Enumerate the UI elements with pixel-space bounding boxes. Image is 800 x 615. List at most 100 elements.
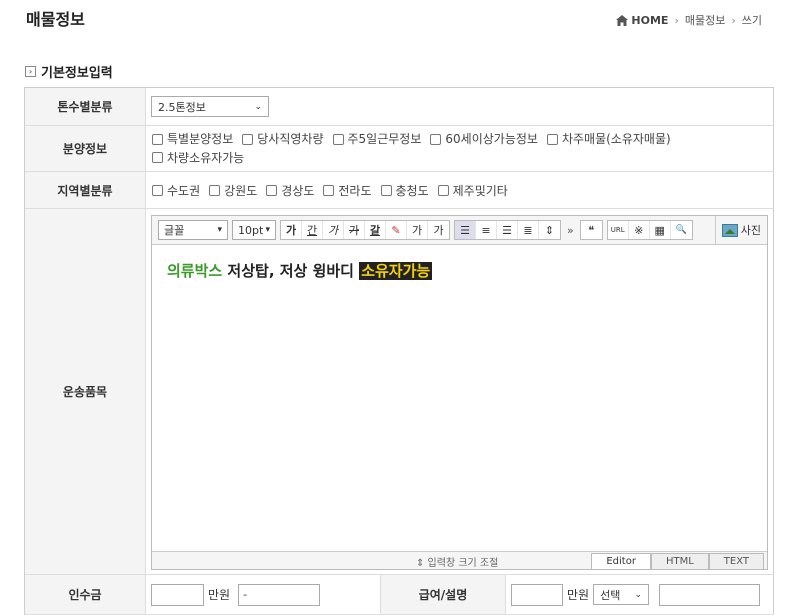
section-title-label: 기본정보입력 <box>41 66 113 81</box>
checkbox-label: 강원도 <box>224 183 258 198</box>
checkbox-label: 충청도 <box>395 183 429 198</box>
checkbox-region-3[interactable]: 전라도 <box>319 182 372 199</box>
content-text-highlighted: 소유자가능 <box>359 262 433 280</box>
align-center-icon[interactable]: ≡ <box>476 221 497 239</box>
more-button[interactable]: » <box>565 224 576 237</box>
checkbox-icon[interactable] <box>242 133 254 145</box>
checkbox-label: 수도권 <box>167 183 201 198</box>
align-left-icon[interactable]: ☰ <box>455 221 476 239</box>
breadcrumb-level1[interactable]: 매물정보 <box>685 12 725 28</box>
label-sale: 분양정보 <box>25 126 146 171</box>
font-family-value: 글꼴 <box>164 224 185 237</box>
align-group: ☰ ≡ ☰ ≣ ⇕ <box>454 220 561 240</box>
checkbox-icon[interactable] <box>266 184 278 196</box>
chevron-right-icon: › <box>731 13 736 27</box>
checkbox-region-1[interactable]: 강원도 <box>205 182 257 199</box>
bold-button[interactable]: 가 <box>281 221 302 239</box>
font-family-select[interactable]: 글꼴 ▾ <box>158 220 228 240</box>
chevron-right-icon: › <box>674 13 679 27</box>
content-text: 저상탑, 저상 윙바디 <box>222 262 360 280</box>
deposit-unit: 만원 <box>208 588 231 602</box>
subscript-button[interactable]: 가 <box>428 221 449 239</box>
salary-input[interactable] <box>511 583 563 606</box>
row-region: 지역별분류 수도권 강원도 경상도 전라도 충청도 제주및기타 <box>25 172 774 209</box>
checkbox-icon[interactable] <box>152 133 163 145</box>
chevron-down-icon: ⌄ <box>634 589 643 600</box>
checkbox-region-5[interactable]: 제주및기타 <box>434 182 508 199</box>
search-icon[interactable]: 🔍 <box>671 221 692 239</box>
breadcrumb-home[interactable]: HOME <box>616 14 668 27</box>
checkbox-label: 차주매물(소유자매물) <box>561 132 671 147</box>
insert-group-2: URL ※ ▦ 🔍 <box>606 220 693 240</box>
tab-editor[interactable]: Editor <box>591 553 651 569</box>
checkbox-icon[interactable] <box>152 184 163 196</box>
checkbox-sale-2[interactable]: 주5일근무정보 <box>329 130 422 148</box>
checkbox-label: 전라도 <box>338 183 372 198</box>
table-icon[interactable]: ▦ <box>650 221 671 239</box>
breadcrumb: HOME › 매물정보 › 쓰기 <box>616 12 762 28</box>
checkbox-label: 60세이상가능정보 <box>445 132 538 147</box>
checkbox-icon[interactable] <box>332 133 344 145</box>
font-size-select[interactable]: 10pt ▾ <box>232 220 276 240</box>
checkbox-sale-0[interactable]: 특별분양정보 <box>148 130 233 148</box>
breadcrumb-level2: 쓰기 <box>741 14 762 27</box>
editor-mode-tabs: Editor HTML TEXT <box>591 553 764 569</box>
checkbox-region-4[interactable]: 충청도 <box>377 182 429 199</box>
checkbox-icon[interactable] <box>209 184 221 196</box>
italic-button[interactable]: 가 <box>323 221 344 239</box>
basic-info-form: 톤수별분류 2.5톤정보 ⌄ 분양정보 특별분양정보 당사직영차량 주5일근무정… <box>24 87 774 615</box>
tab-html[interactable]: HTML <box>650 553 709 569</box>
text-color-button[interactable]: 갈 <box>365 221 386 239</box>
checkbox-sale-3[interactable]: 60세이상가능정보 <box>426 130 538 148</box>
checkbox-label: 경상도 <box>281 183 315 198</box>
tonnage-select-value: 2.5톤정보 <box>158 100 206 114</box>
checkbox-sale-5[interactable]: 차량소유자가능 <box>148 149 244 167</box>
align-justify-icon[interactable]: ≣ <box>518 221 539 239</box>
highlight-color-icon[interactable]: ✎ <box>386 221 407 239</box>
checkbox-icon[interactable] <box>323 184 335 196</box>
label-tonnage: 톤수별분류 <box>25 88 146 125</box>
insert-group-1: ❝ <box>579 220 603 240</box>
section-box-icon: › <box>25 66 36 77</box>
deposit-input[interactable] <box>151 583 204 606</box>
tab-text[interactable]: TEXT <box>708 553 764 569</box>
special-char-icon[interactable]: ※ <box>629 221 650 239</box>
checkbox-sale-4[interactable]: 차주매물(소유자매물) <box>543 130 671 148</box>
checkbox-region-0[interactable]: 수도권 <box>148 182 200 199</box>
line-height-icon[interactable]: ⇕ <box>539 221 560 239</box>
resize-handle[interactable]: ⇕ 입력창 크기 조절 <box>416 554 498 569</box>
checkbox-label: 제주및기타 <box>452 183 508 198</box>
quote-icon[interactable]: ❝ <box>581 221 602 239</box>
tonnage-select[interactable]: 2.5톤정보 ⌄ <box>151 96 269 117</box>
checkbox-icon[interactable] <box>430 133 442 145</box>
strikethrough-button[interactable]: 가 <box>344 221 365 239</box>
url-button[interactable]: URL <box>608 221 629 239</box>
deposit-extra-input[interactable]: - <box>238 583 321 606</box>
salary-select[interactable]: 선택 ⌄ <box>593 584 650 605</box>
editor-content[interactable]: 의류박스 저상탑, 저상 윙바디 소유자가능 <box>152 245 767 551</box>
superscript-button[interactable]: 가 <box>407 221 428 239</box>
checkbox-label: 당사직영차량 <box>257 132 324 147</box>
checkbox-icon[interactable] <box>437 184 449 196</box>
editor-toolbar: 글꼴 ▾ 10pt ▾ 가 간 가 가 갈 ✎ 가 가 ☰ ≡ ☰ ≣ ⇕ » … <box>152 216 767 245</box>
label-deposit: 인수금 <box>25 575 146 614</box>
row-price: 인수금 만원 - 급여/설명 만원 선택 ⌄ <box>25 575 774 615</box>
align-right-icon[interactable]: ☰ <box>497 221 518 239</box>
checkbox-icon[interactable] <box>380 184 392 196</box>
label-region: 지역별분류 <box>25 172 146 208</box>
editor-status-bar: ⇕ 입력창 크기 조절 Editor HTML TEXT <box>152 551 767 569</box>
checkbox-sale-1[interactable]: 당사직영차량 <box>238 130 324 148</box>
checkbox-label: 주5일근무정보 <box>347 132 422 147</box>
label-salary: 급여/설명 <box>381 575 506 614</box>
salary-note-input[interactable] <box>659 583 761 606</box>
photo-button[interactable]: 사진 <box>714 216 761 244</box>
checkbox-icon[interactable] <box>546 133 558 145</box>
checkbox-icon[interactable] <box>152 152 163 164</box>
caret-down-icon: ▾ <box>217 225 222 235</box>
breadcrumb-home-label: HOME <box>631 13 669 27</box>
underline-button[interactable]: 간 <box>302 221 323 239</box>
checkbox-region-2[interactable]: 경상도 <box>262 182 314 199</box>
section-title: › 기본정보입력 <box>25 62 113 81</box>
content-text-green: 의류박스 <box>167 262 223 280</box>
salary-select-value: 선택 <box>600 588 621 602</box>
